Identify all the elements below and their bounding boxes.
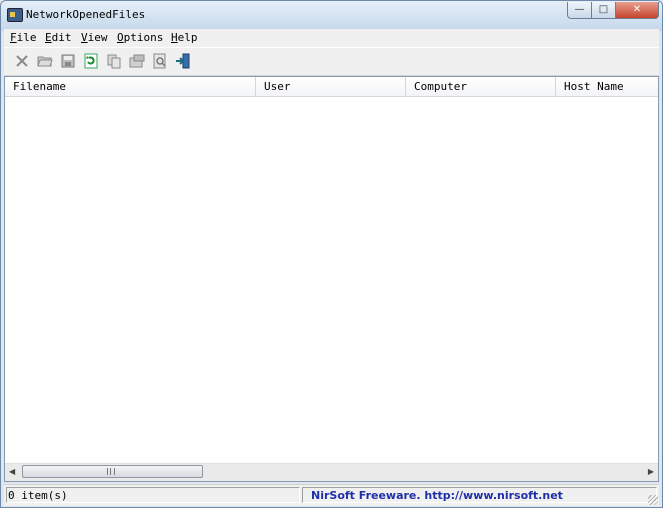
menu-help[interactable]: Help [171, 31, 198, 44]
menu-bar: File Edit View Options Help [4, 29, 659, 47]
scroll-left-arrow-icon[interactable]: ◀ [9, 467, 15, 476]
open-folder-icon[interactable] [37, 53, 53, 69]
properties-icon[interactable] [129, 53, 145, 69]
files-list[interactable]: Filename User Computer Host Name ◀ ▶ [4, 76, 659, 482]
menu-view[interactable]: View [81, 31, 108, 44]
exit-icon[interactable] [175, 53, 191, 69]
toolbar [4, 47, 659, 76]
app-window: NetworkOpenedFiles — □ ✕ File Edit View … [0, 0, 663, 508]
find-icon[interactable] [152, 53, 168, 69]
app-icon [7, 8, 23, 22]
resize-grip-icon[interactable] [648, 495, 658, 505]
close-files-icon[interactable] [14, 53, 30, 69]
close-button[interactable]: ✕ [615, 2, 659, 19]
copy-icon[interactable] [106, 53, 122, 69]
minimize-button[interactable]: — [567, 2, 592, 19]
column-header-filename[interactable]: Filename [5, 77, 256, 97]
column-header-host-name[interactable]: Host Name [556, 77, 658, 97]
refresh-icon[interactable] [83, 53, 99, 69]
window-title: NetworkOpenedFiles [26, 8, 146, 21]
column-header-user[interactable]: User [256, 77, 406, 97]
scroll-thumb[interactable] [22, 465, 203, 478]
menu-edit[interactable]: Edit [45, 31, 72, 44]
maximize-button[interactable]: □ [591, 2, 616, 19]
scroll-grip-icon [107, 468, 115, 475]
menu-options[interactable]: Options [117, 31, 163, 44]
title-bar[interactable]: NetworkOpenedFiles — □ ✕ [1, 1, 662, 29]
horizontal-scrollbar[interactable]: ◀ ▶ [5, 463, 658, 481]
status-bar: 0 item(s) NirSoft Freeware. http://www.n… [4, 484, 659, 506]
save-icon[interactable] [60, 53, 76, 69]
column-header-computer[interactable]: Computer [406, 77, 556, 97]
menu-file[interactable]: File [10, 31, 37, 44]
scroll-right-arrow-icon[interactable]: ▶ [648, 467, 654, 476]
status-nirsoft-link[interactable]: NirSoft Freeware. http://www.nirsoft.net [302, 487, 657, 503]
status-item-count: 0 item(s) [6, 487, 300, 503]
